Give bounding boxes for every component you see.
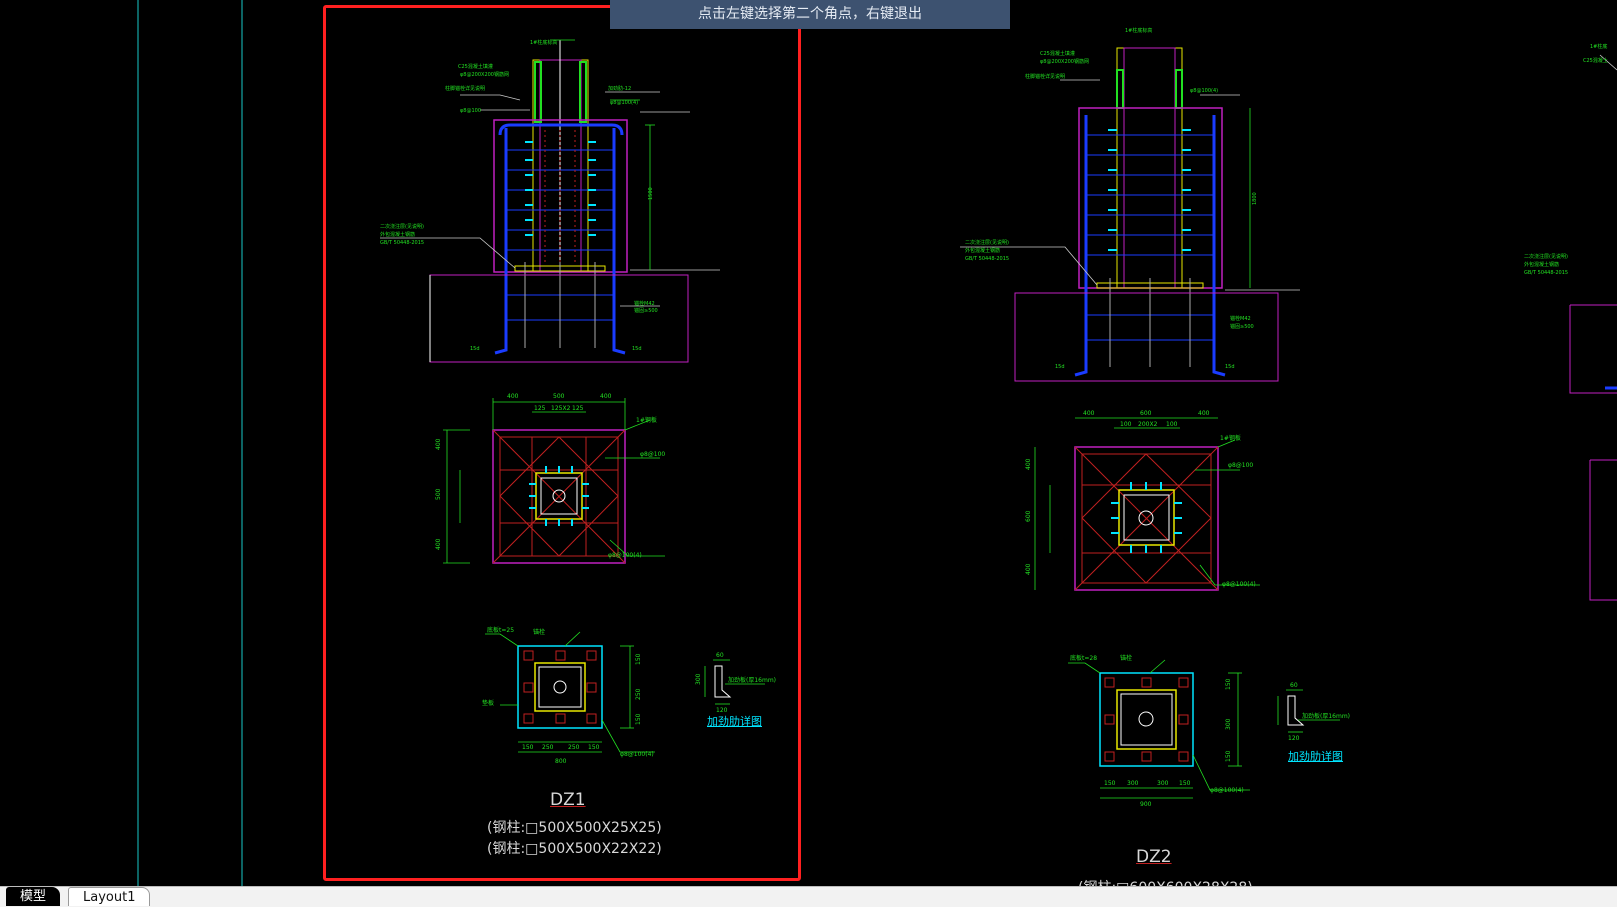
svg-text:600: 600 [1025,510,1032,522]
svg-text:400: 400 [1083,410,1095,417]
svg-text:C25混凝土填灌: C25混凝土填灌 [1040,50,1075,57]
svg-text:15d: 15d [1055,364,1065,370]
command-prompt: 点击左键选择第二个角点，右键退出 [610,0,1010,29]
svg-text:锚栓: 锚栓 [1120,654,1132,662]
svg-text:300: 300 [1157,780,1169,787]
svg-text:150: 150 [1225,750,1232,762]
cad-drawing: 1#柱底标高 C25混凝土填灌 φ8@200X200钢筋网柱脚锚栓详见说明 加劲肋… [137,0,1617,886]
svg-text:GB/T 50448-2015: GB/T 50448-2015 [965,256,1009,262]
dz2-plan: 400 600 400 100 200X2 100 1#钢板 φ8@100 φ8@100(4… [1025,410,1260,591]
svg-text:150: 150 [1225,678,1232,690]
svg-text:15d: 15d [1225,364,1235,370]
layout-tab-bar: 模型 Layout1 [0,886,1617,907]
svg-text:φ8@100(4): φ8@100(4) [1190,88,1218,94]
dz2-base-plate: 150 300 300 150 900 底板t=28 锚栓 φ8@100(4) 150 3… [1068,654,1350,808]
svg-text:二次浇注层(见说明): 二次浇注层(见说明) [965,239,1009,246]
svg-text:100: 100 [1166,421,1178,428]
svg-text:300: 300 [1127,780,1139,787]
dz2-stiffener-detail-label: 加劲肋详图 [1288,750,1343,763]
svg-text:GB/T 50448-2015: GB/T 50448-2015 [1524,270,1568,276]
svg-text:150: 150 [1179,780,1191,787]
drawing-canvas[interactable]: 1#柱底标高 C25混凝土填灌 φ8@200X200钢筋网柱脚锚栓详见说明 加劲肋… [0,0,1617,886]
svg-text:锚固≥500: 锚固≥500 [1230,323,1254,330]
svg-text:外包混凝土钢筋: 外包混凝土钢筋 [1524,261,1559,268]
svg-text:60: 60 [1290,682,1298,689]
selection-rectangle [323,5,801,881]
svg-text:加劲板(厚16mm): 加劲板(厚16mm) [1302,712,1350,720]
svg-text:φ8@100: φ8@100 [1228,462,1253,469]
dz2-spec-1: (钢柱:□600X600X28X28) [1078,877,1253,886]
svg-text:φ8@100(4): φ8@100(4) [1210,787,1244,794]
svg-text:外包混凝土钢筋: 外包混凝土钢筋 [965,247,1000,254]
svg-text:φ8@100(4): φ8@100(4) [1222,581,1256,588]
svg-text:锚栓M42: 锚栓M42 [1230,315,1251,322]
svg-text:100: 100 [1120,421,1132,428]
svg-text:400: 400 [1025,563,1032,575]
svg-text:600: 600 [1140,410,1152,417]
svg-text:900: 900 [1140,801,1152,808]
svg-text:1#柱底标高: 1#柱底标高 [1125,27,1152,34]
svg-text:二次浇注层(见说明): 二次浇注层(见说明) [1524,253,1568,260]
svg-text:φ8@200X200钢筋网: φ8@200X200钢筋网 [1040,58,1089,65]
dz2-elevation: 1#柱底标高 C25混凝土填灌 φ8@200X200钢筋网柱脚锚栓详见说明 φ8@… [960,27,1300,382]
svg-text:400: 400 [1198,410,1210,417]
svg-text:200X2: 200X2 [1138,421,1158,428]
svg-text:柱脚锚栓详见说明: 柱脚锚栓详见说明 [1025,73,1065,80]
svg-text:底板t=28: 底板t=28 [1070,654,1097,662]
svg-text:1#柱底: 1#柱底 [1590,43,1607,50]
svg-text:300: 300 [1225,718,1232,730]
tab-model[interactable]: 模型 [6,887,61,906]
svg-text:1800: 1800 [1252,192,1258,205]
svg-text:C25混凝土: C25混凝土 [1583,57,1608,64]
tab-layout1[interactable]: Layout1 [68,887,151,906]
svg-text:1#钢板: 1#钢板 [1220,434,1241,442]
dz2-title: DZ2 [1136,847,1172,867]
svg-text:120: 120 [1288,735,1300,742]
svg-text:150: 150 [1104,780,1116,787]
dz3-partial: 1#柱底 C25混凝土 二次浇注层(见说明)外包混凝土钢筋 GB/T 50448-… [1524,43,1617,601]
svg-text:400: 400 [1025,458,1032,470]
